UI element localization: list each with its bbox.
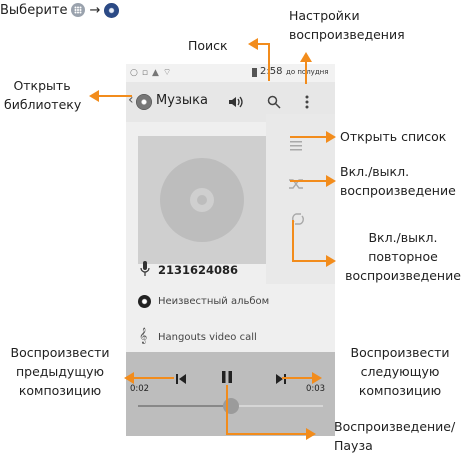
instruction-text: Выберите: [0, 2, 68, 18]
annotation-next: Воспроизвести следующую композицию: [340, 343, 460, 400]
annotation-prev-line1: Воспроизвести: [10, 345, 110, 360]
album-art: [138, 136, 266, 264]
list-callout-arrow: [326, 131, 336, 143]
next-callout-h: [282, 377, 314, 379]
library-callout-h: [97, 95, 132, 97]
microphone-icon: [140, 261, 150, 281]
track-name: Hangouts video call: [158, 332, 257, 343]
progress-track[interactable]: [138, 398, 323, 414]
annotation-play-pause: Воспроизведение/ Пауза: [334, 417, 455, 455]
notification-icons: ○▫▲⌔: [130, 68, 176, 78]
annotation-library-line2: библиотеку: [4, 97, 82, 112]
prev-callout-h: [134, 377, 174, 379]
annotation-next-line2: следующую: [360, 364, 440, 379]
player-bar: 0:02 0:03: [126, 352, 335, 436]
annotation-repeat-line2: повторное: [368, 249, 438, 264]
annotation-settings-line1: Настройки: [289, 8, 360, 23]
annotation-settings: Настройки воспроизведения: [289, 6, 405, 44]
annotation-open-list: Открыть список: [340, 129, 447, 144]
annotation-shuffle-line1: Вкл./выкл.: [340, 164, 410, 179]
search-callout-arrow: [248, 38, 258, 50]
side-controls-panel: [266, 114, 335, 284]
repeat-callout-arrow: [326, 255, 336, 267]
search-callout-v: [268, 43, 270, 81]
annotation-settings-line2: воспроизведения: [289, 27, 405, 42]
search-icon[interactable]: [267, 94, 281, 113]
progress-fill: [138, 405, 231, 407]
annotation-library: Открыть библиотеку: [4, 76, 82, 114]
status-time-suffix: до полудня: [286, 68, 329, 76]
track-note-icon: 𝄞: [139, 328, 148, 344]
arrow-symbol: →: [89, 2, 101, 18]
battery-icon: [252, 68, 257, 77]
annotation-shuffle-line2: воспроизведение: [340, 183, 456, 198]
annotation-prev-line3: композицию: [18, 383, 102, 398]
artist-name: 2131624086: [158, 263, 239, 277]
play-callout-arrow: [306, 428, 316, 440]
play-callout-v: [226, 385, 228, 435]
phone-screen: ○▫▲⌔ 2:58 до полудня ‹ Музыка 2131624086…: [126, 64, 335, 436]
time-total: 0:03: [306, 384, 326, 394]
previous-icon[interactable]: [176, 369, 186, 388]
annotation-play-line2: Пауза: [334, 438, 373, 453]
repeat-callout-v: [292, 220, 294, 262]
annotation-prev-line2: предыдущую: [15, 364, 105, 379]
settings-callout-v: [305, 60, 307, 84]
next-callout-arrow: [312, 372, 322, 384]
repeat-callout-h: [292, 260, 329, 262]
annotation-play-line1: Воспроизведение/: [334, 419, 456, 434]
annotation-prev: Воспроизвести предыдущую композицию: [0, 343, 120, 400]
annotation-shuffle: Вкл./выкл. воспроизведение: [340, 162, 456, 200]
library-disc-icon[interactable]: [136, 94, 152, 110]
status-time: 2:58: [260, 66, 283, 77]
shuffle-icon[interactable]: [289, 175, 305, 194]
annotation-next-line1: Воспроизвести: [350, 345, 450, 360]
annotation-repeat: Вкл./выкл. повторное воспроизведение: [336, 228, 470, 285]
annotation-repeat-line1: Вкл./выкл.: [368, 230, 438, 245]
album-icon: [138, 295, 151, 308]
apps-grid-icon: [71, 3, 86, 17]
shuffle-callout-h: [290, 180, 329, 182]
library-callout-arrow: [89, 90, 99, 102]
annotation-search: Поиск: [188, 38, 228, 53]
list-callout-h: [290, 136, 329, 138]
status-bar: ○▫▲⌔ 2:58 до полудня: [126, 64, 335, 82]
annotation-repeat-line3: воспроизведение: [345, 268, 461, 283]
annotation-library-line1: Открыть: [13, 78, 71, 93]
progress-thumb[interactable]: [222, 398, 239, 414]
app-title: Музыка: [156, 93, 208, 108]
settings-callout-arrow: [300, 52, 312, 62]
time-elapsed: 0:02: [130, 384, 150, 394]
overflow-menu-icon[interactable]: [305, 94, 309, 113]
instruction-line: Выберите →: [0, 0, 120, 20]
equalizer-speaker-icon[interactable]: [228, 94, 244, 113]
play-callout-h: [226, 433, 308, 435]
playlist-icon[interactable]: [290, 138, 306, 157]
shuffle-callout-arrow: [326, 175, 336, 187]
annotation-next-line3: композицию: [358, 383, 442, 398]
album-name: Неизвестный альбом: [158, 296, 270, 307]
music-app-icon: [104, 2, 120, 18]
prev-callout-arrow: [124, 372, 134, 384]
